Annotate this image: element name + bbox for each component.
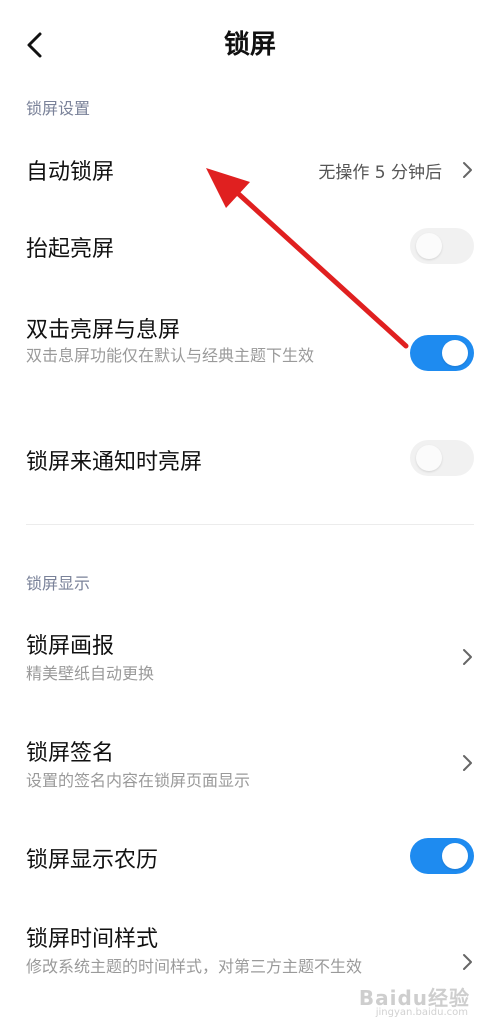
notify-wake-title: 锁屏来通知时亮屏 — [26, 450, 203, 475]
app-header: 锁屏 — [0, 0, 500, 88]
double-tap-subtitle: 双击息屏功能仅在默认与经典主题下生效 — [26, 346, 315, 365]
lunar-title: 锁屏显示农历 — [26, 848, 159, 873]
toggle-knob — [442, 843, 468, 869]
section-title-lock-settings: 锁屏设置 — [26, 99, 91, 118]
lift-wake-toggle[interactable] — [410, 228, 474, 264]
lunar-toggle[interactable] — [410, 838, 474, 874]
chevron-right-icon — [463, 649, 472, 665]
toggle-knob — [416, 445, 442, 471]
wallpaper-title: 锁屏画报 — [26, 634, 115, 659]
section-title-lock-display: 锁屏显示 — [26, 574, 91, 593]
toggle-knob — [442, 340, 468, 366]
time-style-title: 锁屏时间样式 — [26, 927, 159, 952]
page-title: 锁屏 — [223, 30, 276, 60]
notify-wake-toggle[interactable] — [410, 440, 474, 476]
signature-row[interactable]: 锁屏签名 设置的签名内容在锁屏页面显示 — [0, 727, 500, 807]
double-tap-row[interactable]: 双击亮屏与息屏 双击息屏功能仅在默认与经典主题下生效 — [0, 300, 500, 410]
signature-subtitle: 设置的签名内容在锁屏页面显示 — [26, 771, 251, 790]
chevron-right-icon — [463, 954, 472, 970]
wallpaper-row[interactable]: 锁屏画报 精美壁纸自动更换 — [0, 620, 500, 700]
auto-lock-title: 自动锁屏 — [26, 160, 115, 185]
toggle-knob — [416, 233, 442, 259]
wallpaper-subtitle: 精美壁纸自动更换 — [26, 664, 155, 683]
lunar-row[interactable]: 锁屏显示农历 — [0, 828, 500, 888]
double-tap-title: 双击亮屏与息屏 — [26, 318, 181, 343]
section-divider — [26, 524, 474, 525]
double-tap-toggle[interactable] — [410, 335, 474, 371]
time-style-subtitle: 修改系统主题的时间样式，对第三方主题不生效 — [26, 957, 363, 976]
lift-wake-row[interactable]: 抬起亮屏 — [0, 215, 500, 277]
notify-wake-row[interactable]: 锁屏来通知时亮屏 — [0, 428, 500, 490]
auto-lock-row[interactable]: 自动锁屏 无操作 5 分钟后 — [0, 140, 500, 200]
chevron-right-icon — [463, 162, 472, 178]
auto-lock-value: 无操作 5 分钟后 — [318, 163, 442, 183]
signature-title: 锁屏签名 — [26, 741, 115, 766]
baidu-watermark-url: jingyan.baidu.com — [375, 1007, 468, 1018]
chevron-right-icon — [463, 755, 472, 771]
lift-wake-title: 抬起亮屏 — [26, 237, 115, 262]
